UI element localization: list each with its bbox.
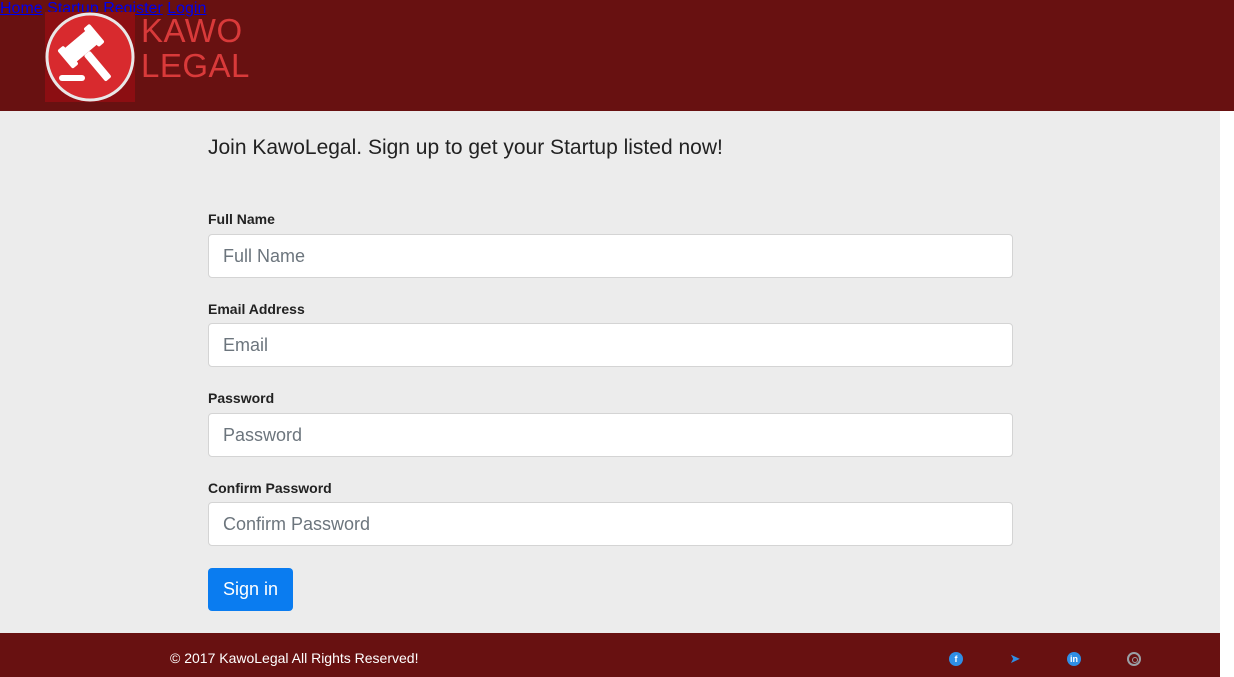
- twitter-icon[interactable]: ➤: [1008, 652, 1022, 666]
- facebook-icon[interactable]: f: [949, 652, 963, 666]
- password-label: Password: [208, 390, 275, 406]
- gavel-icon: [45, 12, 135, 102]
- full-name-label: Full Name: [208, 211, 275, 227]
- logo[interactable]: [45, 12, 135, 102]
- confirm-password-input[interactable]: [208, 502, 1013, 546]
- brand-line-2: LEGAL: [141, 47, 250, 84]
- brand-line-1: KAWO: [141, 12, 243, 49]
- copyright-text: © 2017 KawoLegal All Rights Reserved!: [170, 650, 419, 666]
- footer: © 2017 KawoLegal All Rights Reserved! f …: [0, 633, 1220, 677]
- full-name-input[interactable]: [208, 234, 1013, 278]
- confirm-password-label: Confirm Password: [208, 480, 332, 496]
- email-input[interactable]: [208, 323, 1013, 367]
- password-input[interactable]: [208, 413, 1013, 457]
- email-label: Email Address: [208, 301, 305, 317]
- top-navbar: KAWO LEGAL Home Startup Register Login: [0, 0, 1234, 111]
- instagram-icon[interactable]: [1127, 652, 1141, 666]
- signup-section: [0, 111, 1220, 633]
- linkedin-icon[interactable]: in: [1067, 652, 1081, 666]
- sign-in-button[interactable]: Sign in: [208, 568, 293, 611]
- page-edge: [1220, 111, 1234, 633]
- brand-name[interactable]: KAWO LEGAL: [141, 13, 250, 83]
- nav-home-link[interactable]: Home: [0, 0, 43, 17]
- signup-heading: Join KawoLegal. Sign up to get your Star…: [208, 136, 723, 159]
